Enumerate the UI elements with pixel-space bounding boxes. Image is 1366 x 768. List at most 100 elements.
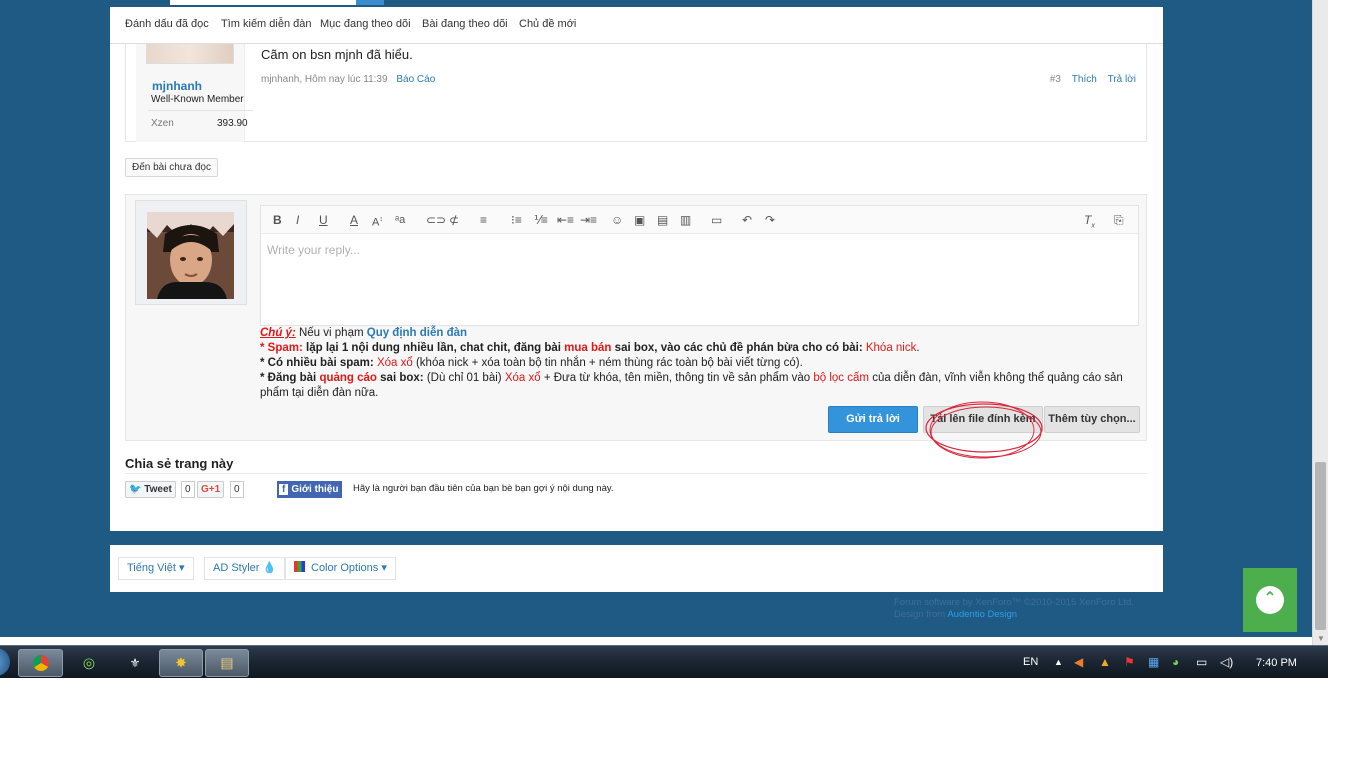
outdent-icon[interactable]: ⇤≡ [557, 213, 574, 227]
report-link[interactable]: Báo Cáo [396, 74, 435, 85]
action-center-icon[interactable]: ⚑ [1124, 656, 1135, 668]
nav-watched-threads[interactable]: Bài đang theo dõi [422, 18, 508, 30]
nav-search-forums[interactable]: Tìm kiếm diễn đàn [221, 18, 311, 30]
nav-new-threads[interactable]: Chủ đề mới [519, 18, 576, 30]
numbered-list-icon[interactable]: ⅟≡ [534, 213, 548, 227]
copyright-line[interactable]: Forum software by XenForo™ ©2010-2015 Xe… [894, 597, 1134, 609]
editor-toolbar: B I U A A↕ ᵃa ⊂⊃ ⊄ ≡ ⁝≡ ⅟≡ ⇤≡ ⇥≡ ☺ ▣ ▤ ▥ [261, 206, 1138, 234]
indent-icon[interactable]: ⇥≡ [580, 213, 597, 227]
input-language[interactable]: EN [1023, 656, 1038, 668]
notice-line-advert: * Đăng bài quảng cáo sai box: (Dù chỉ 01… [260, 372, 1123, 399]
submit-reply-button[interactable]: Gửi trả lời [828, 406, 918, 433]
image-icon[interactable]: ▣ [634, 213, 645, 227]
unlink-icon[interactable]: ⊄ [449, 213, 459, 227]
post-actions: #3 Thích Trả lời [1042, 74, 1136, 85]
like-link[interactable]: Thích [1072, 74, 1097, 85]
taskbar-chrome[interactable] [18, 649, 63, 677]
facebook-icon: f [279, 484, 289, 495]
language-chooser[interactable]: Tiếng Việt ▾ [118, 557, 194, 580]
taskbar-app-4[interactable]: ✸ [159, 649, 203, 677]
underline-icon[interactable]: U [319, 213, 328, 227]
copyright: Forum software by XenForo™ ©2010-2015 Xe… [894, 597, 1134, 621]
post-3: mjnhanh Well-Known Member Xzen 393.90 Cã… [125, 44, 1147, 142]
caret-down-icon: ▾ [178, 562, 185, 574]
browser-viewport: Đánh dấu đã đọc Tìm kiếm diễn đàn Mục đa… [0, 0, 1328, 637]
tray-app-icon[interactable]: ▲ [1099, 656, 1111, 668]
start-button[interactable] [0, 648, 10, 676]
insert-menu-icon[interactable]: ▥ [680, 213, 691, 227]
user-avatar-partial[interactable] [146, 44, 234, 64]
search-button-remnant[interactable] [356, 0, 384, 5]
scroll-down-icon[interactable]: ▼ [1313, 633, 1329, 645]
tray-expand-icon[interactable]: ▲ [1054, 656, 1063, 668]
page-scrollbar[interactable]: ▼ [1312, 0, 1328, 645]
link-icon[interactable]: ⊂⊃ [426, 213, 446, 227]
reply-editor[interactable]: B I U A A↕ ᵃa ⊂⊃ ⊄ ≡ ⁝≡ ⅟≡ ⇤≡ ⇥≡ ☺ ▣ ▤ ▥ [260, 205, 1139, 326]
notice-title: Chú ý: [260, 327, 296, 339]
post-user-column: mjnhanh Well-Known Member Xzen 393.90 [136, 44, 253, 142]
notice-line-intro: Chú ý: Nếu vi phạm Quy định diễn đàn [260, 326, 1145, 341]
nav-mark-read[interactable]: Đánh dấu đã đọc [125, 18, 209, 30]
more-options-button[interactable]: Thêm tùy chọn... [1044, 406, 1140, 433]
remove-format-icon[interactable]: Tx [1084, 213, 1095, 233]
design-link[interactable]: Audentio Design [947, 609, 1017, 620]
upload-attachment-button[interactable]: Tải lên file đính kèm [923, 406, 1043, 433]
notice-intro: Nếu vi phạm [298, 327, 364, 339]
save-draft-icon[interactable]: ▭ [711, 213, 722, 227]
sub-navigation: Đánh dấu đã đọc Tìm kiếm diễn đàn Mục đa… [110, 7, 1163, 44]
volume-icon[interactable]: ◁) [1220, 656, 1233, 668]
nav-watched-forums[interactable]: Mục đang theo dõi [320, 18, 411, 30]
media-icon[interactable]: ▤ [657, 213, 668, 227]
speaker-alert-icon[interactable]: ◀ [1074, 656, 1083, 668]
tray-network-app-icon[interactable]: ▦ [1148, 656, 1159, 668]
gold-app-icon: ✸ [175, 654, 187, 671]
quick-reply-box: B I U A A↕ ᵃa ⊂⊃ ⊄ ≡ ⁝≡ ⅟≡ ⇤≡ ⇥≡ ☺ ▣ ▤ ▥ [125, 194, 1147, 441]
color-options[interactable]: Color Options ▾ [285, 557, 396, 580]
user-divider [148, 110, 253, 111]
post-username[interactable]: mjnhanh [152, 79, 202, 93]
toggle-bbcode-icon[interactable]: ⎘ [1114, 213, 1124, 227]
redo-icon[interactable]: ↷ [765, 213, 775, 227]
back-to-top-button[interactable]: ⌃ [1243, 568, 1297, 632]
post-meta: mjnhanh, Hôm nay lúc 11:39 Báo Cáo [261, 74, 435, 85]
font-family-icon[interactable]: ᵃa [395, 213, 405, 227]
tweet-button[interactable]: 🐦 Tweet [125, 481, 176, 498]
style-chooser[interactable]: AD Styler 💧 [204, 557, 286, 580]
network-icon[interactable]: ▭ [1196, 656, 1207, 668]
avatar[interactable] [147, 212, 234, 299]
post-number[interactable]: #3 [1050, 74, 1061, 85]
taskbar-app-3[interactable]: ⚜ [113, 649, 157, 677]
color-grid-icon [294, 561, 305, 572]
rules-link[interactable]: Quy định diễn đàn [367, 327, 467, 339]
align-icon[interactable]: ≡ [480, 213, 487, 227]
design-credit: Design from Audentio Design [894, 609, 1018, 620]
reply-avatar-frame [135, 200, 247, 305]
folder-icon: ▤ [220, 654, 234, 671]
bold-icon[interactable]: B [273, 213, 282, 227]
taskbar-app-2[interactable]: ◎ [67, 649, 111, 677]
chevron-up-icon: ⌃ [1256, 586, 1284, 614]
italic-icon[interactable]: I [296, 213, 299, 227]
scrollbar-thumb[interactable] [1315, 462, 1326, 630]
smiley-icon[interactable]: ☺ [611, 213, 623, 227]
footer-bar: Tiếng Việt ▾ AD Styler 💧 Color Options ▾ [110, 545, 1163, 592]
post-author-date[interactable]: mjnhanh, Hôm nay lúc 11:39 [261, 74, 388, 85]
search-box-remnant[interactable] [170, 0, 356, 5]
share-divider [125, 473, 1147, 474]
font-size-icon[interactable]: A↕ [372, 213, 383, 230]
tray-globe-icon[interactable]: ◕ [1172, 656, 1179, 668]
user-stat-label: Xzen [151, 118, 174, 129]
windows-taskbar: ◎ ⚜ ✸ ▤ EN ▲ ◀ ▲ ⚑ ▦ ◕ ▭ ◁) 7:40 PM [0, 645, 1328, 678]
gplus-button[interactable]: G+1 [197, 481, 225, 498]
spam-label: * Spam: [260, 342, 303, 354]
taskbar-explorer[interactable]: ▤ [205, 649, 249, 677]
green-app-icon: ◎ [82, 654, 96, 671]
undo-icon[interactable]: ↶ [742, 213, 752, 227]
reply-link[interactable]: Trả lời [1108, 74, 1136, 85]
font-color-icon[interactable]: A [350, 213, 358, 227]
facebook-like-button[interactable]: f Giới thiệu [277, 481, 343, 498]
bullet-list-icon[interactable]: ⁝≡ [511, 213, 522, 227]
user-stat-value: 393.90 [217, 118, 248, 129]
jump-to-unread-button[interactable]: Đến bài chưa đọc [125, 158, 218, 177]
taskbar-clock[interactable]: 7:40 PM [1256, 657, 1297, 669]
